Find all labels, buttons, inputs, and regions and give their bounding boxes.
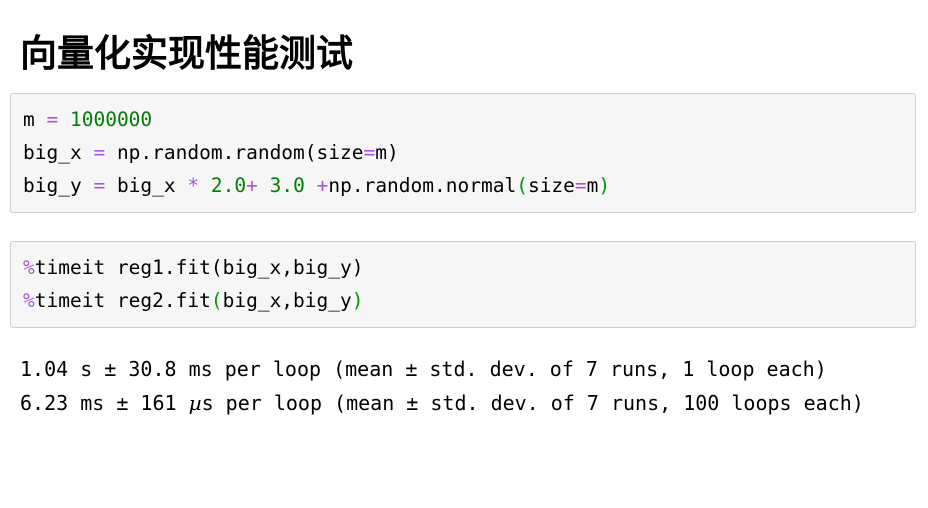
code-token: % [23,256,35,279]
code-line: %timeit reg1.fit(big_x,big_y) [23,251,903,284]
code-token: ( [210,289,223,312]
code-token: 3.0 [269,174,305,197]
code-line: big_y = big_x * 2.0+ 3.0 +np.random.norm… [23,169,903,202]
code-token: size [527,174,575,197]
code-token: ) [351,289,364,312]
code-token: timeit reg2.fit [34,289,211,312]
code-token: big_x,big_y [222,289,352,312]
micro-sign: µ [188,391,202,415]
code-token: m) [375,141,399,164]
code-token: np.random.random(size [105,141,364,164]
code-token: m [586,174,599,197]
code-token: = [574,174,587,197]
code-token: np.random.normal [328,174,517,197]
code-token: = [93,141,106,164]
code-token: m [23,108,47,131]
code-token: % [23,289,35,312]
code-token: ) [598,174,611,197]
page-title: 向量化实现性能测试 [20,32,353,74]
output-line: 1.04 s ± 30.8 ms per loop (mean ± std. d… [20,357,827,381]
code-token: 2.0 [210,174,247,197]
code-token: big_x [23,141,94,164]
output-line: 6.23 ms ± 161 µs per loop (mean ± std. d… [20,391,864,415]
code-token: = [93,174,106,197]
code-token: timeit reg1.fit(big_x,big_y) [34,256,364,279]
code-cell-timeit[interactable]: %timeit reg1.fit(big_x,big_y) %timeit re… [10,241,916,328]
code-token: big_x [105,174,188,197]
code-token: + [246,174,258,197]
code-token: 1000000 [69,108,153,131]
code-line: big_x = np.random.random(size=m) [23,136,903,169]
code-line: m = 1000000 [23,103,903,136]
code-token: big_y [23,174,94,197]
code-cell-data-setup[interactable]: m = 1000000 big_x = np.random.random(siz… [10,93,916,213]
notebook-page: 向量化实现性能测试 m = 1000000 big_x = np.random.… [0,0,928,508]
code-line: %timeit reg2.fit(big_x,big_y) [23,284,903,317]
code-token: = [46,108,59,131]
code-token: = [363,141,376,164]
code-token: * [187,174,200,197]
code-token: ( [516,174,528,197]
code-token: + [316,174,329,197]
timeit-output: 1.04 s ± 30.8 ms per loop (mean ± std. d… [20,352,910,420]
